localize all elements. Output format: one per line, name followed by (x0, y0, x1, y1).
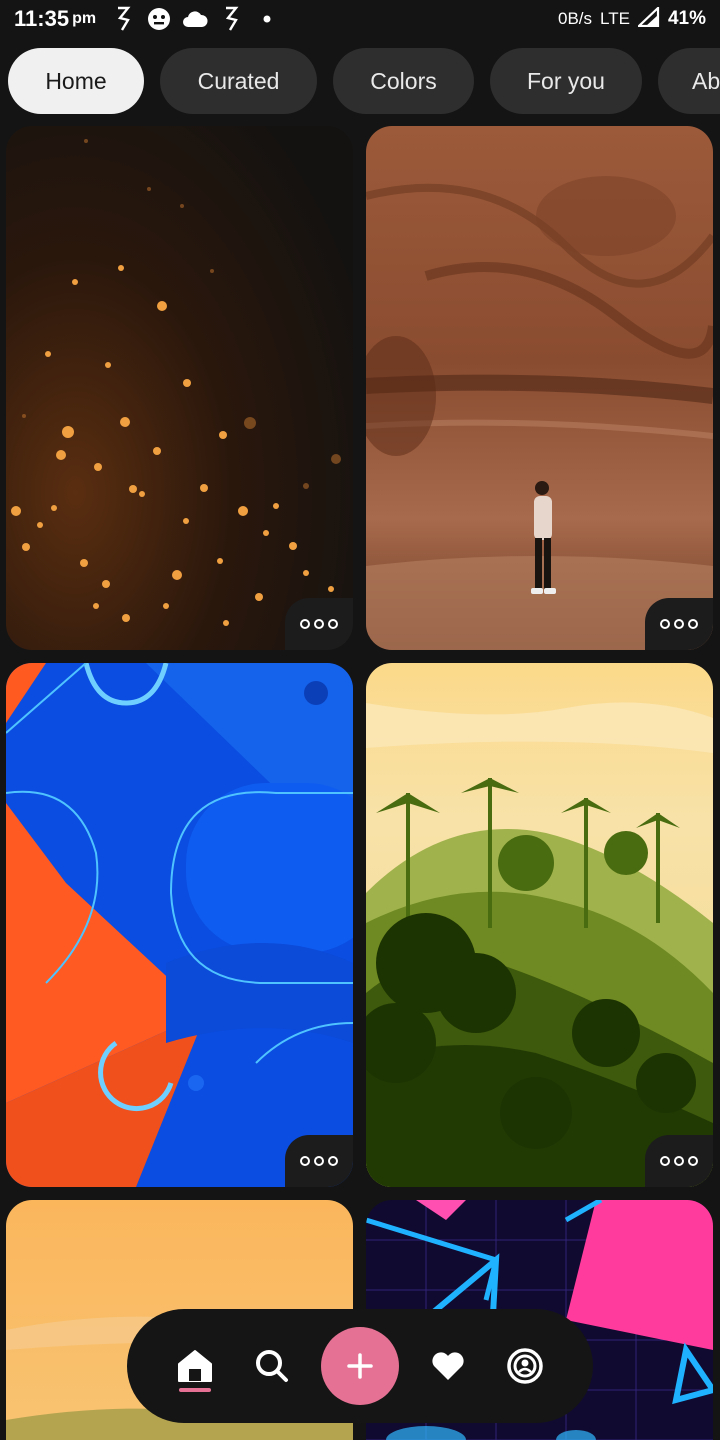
nav-profile-button[interactable] (497, 1338, 553, 1394)
cloud-icon (182, 6, 208, 32)
dot-icon (300, 619, 310, 629)
tab-colors[interactable]: Colors (333, 48, 474, 114)
wallpaper-card-abstract[interactable] (6, 663, 353, 1187)
nav-add-button[interactable] (320, 1327, 399, 1405)
bottom-navigation (127, 1309, 593, 1423)
dot-icon (314, 1156, 324, 1166)
wallpaper-card-canyon[interactable] (366, 126, 713, 650)
status-ampm: pm (72, 10, 97, 27)
signal-icon (636, 4, 660, 32)
net-speed: 0B/s (558, 9, 593, 28)
notification-app-icon (110, 6, 136, 32)
dot-icon (674, 1156, 684, 1166)
more-options-button[interactable] (285, 1135, 353, 1187)
dot-icon (688, 619, 698, 629)
dot-icon (674, 619, 684, 629)
dot-icon (328, 619, 338, 629)
home-icon (178, 1350, 213, 1382)
tab-label: Curated (197, 67, 280, 94)
dot-icon (660, 619, 670, 629)
dot-icon (328, 1156, 338, 1166)
blue-orange-abstract-wallpaper (6, 663, 353, 1187)
nav-search-button[interactable] (244, 1338, 300, 1394)
battery-level: 41% (667, 8, 706, 29)
notification-app-icon-2 (218, 6, 244, 32)
dot-icon (314, 619, 324, 629)
status-bar: 11:35 pm 0B/s LTE 41% (0, 0, 720, 38)
emoji-notification-icon (146, 6, 172, 32)
jungle-silhouette-wallpaper (366, 663, 713, 1187)
wallpaper-grid (6, 126, 714, 1440)
status-right: 0B/s LTE 41% (558, 4, 706, 32)
heart-icon (432, 1352, 464, 1380)
dot-icon (300, 1156, 310, 1166)
tab-for-you[interactable]: For you (490, 48, 642, 114)
tab-curated[interactable]: Curated (160, 48, 317, 114)
dot-icon (660, 1156, 670, 1166)
add-icon (347, 1353, 373, 1379)
more-options-button[interactable] (285, 598, 353, 650)
tab-label: Abstract (692, 67, 720, 94)
tab-label: Home (45, 67, 107, 94)
more-options-button[interactable] (645, 598, 713, 650)
dot-icon (688, 1156, 698, 1166)
nav-home-button[interactable] (167, 1338, 223, 1394)
status-time: 11:35 (14, 6, 70, 31)
wallpaper-card-jungle[interactable] (366, 663, 713, 1187)
bokeh-sparks-wallpaper (6, 126, 353, 650)
tab-home[interactable]: Home (8, 48, 144, 114)
more-notifications-dot-icon (254, 6, 280, 32)
tab-label: Colors (370, 67, 437, 94)
canyon-person-wallpaper (366, 126, 713, 650)
more-options-button[interactable] (645, 1135, 713, 1187)
network-type: LTE (600, 9, 630, 28)
nav-favorites-button[interactable] (420, 1338, 476, 1394)
profile-icon (506, 1348, 543, 1384)
tab-label: For you (527, 67, 605, 94)
wallpaper-card-bokeh[interactable] (6, 126, 353, 650)
category-tabs: Home Curated Colors For you Abstract (8, 48, 720, 116)
search-icon (256, 1350, 289, 1382)
active-indicator (179, 1388, 212, 1392)
tab-abstract[interactable]: Abstract (658, 48, 720, 114)
